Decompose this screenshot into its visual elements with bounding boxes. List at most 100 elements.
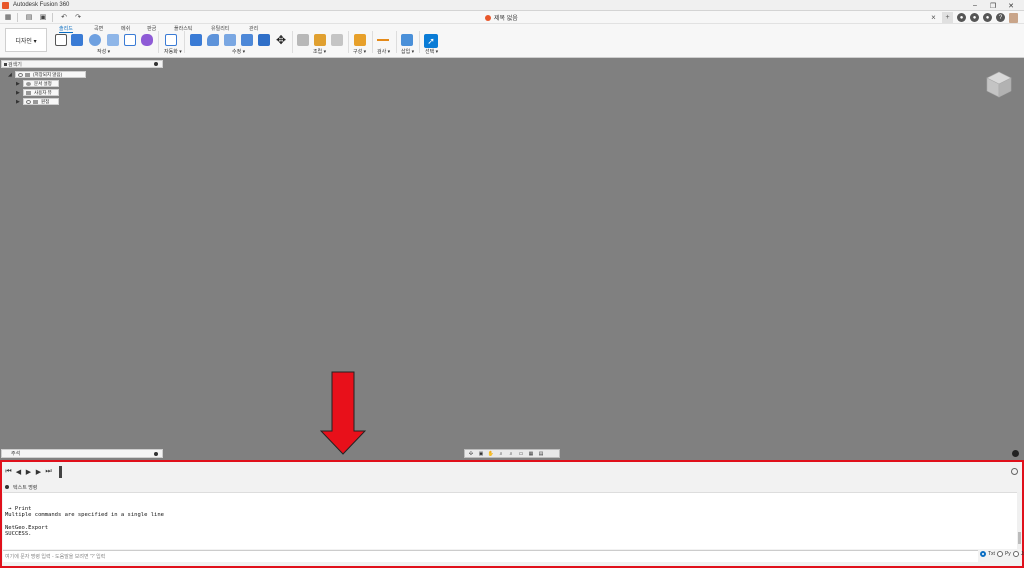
- timeline-marker[interactable]: [59, 466, 62, 478]
- form-icon[interactable]: [141, 34, 153, 46]
- scrollbar-thumb[interactable]: [1018, 532, 1021, 544]
- collapse-icon[interactable]: [4, 63, 7, 66]
- display-settings-icon[interactable]: ▭: [517, 451, 525, 457]
- create-sketch-icon[interactable]: [55, 34, 67, 46]
- text-commands-header: 텍스트 명령: [2, 483, 1022, 491]
- measure-icon[interactable]: [377, 34, 389, 46]
- select-cursor-icon[interactable]: ➚: [424, 34, 438, 48]
- new-tab-icon[interactable]: +: [942, 12, 953, 23]
- expand-arrow-icon[interactable]: ▶: [16, 90, 20, 96]
- automate-icon[interactable]: [165, 34, 177, 46]
- help-icon[interactable]: ?: [996, 13, 1005, 22]
- assemble-group-label[interactable]: 조립 ▾: [313, 48, 326, 55]
- separator: [419, 31, 420, 53]
- move-copy-icon[interactable]: ✥: [275, 34, 287, 46]
- mode-radio-txt[interactable]: [980, 551, 986, 557]
- press-pull-icon[interactable]: [190, 34, 202, 46]
- insert-group-label[interactable]: 삽입 ▾: [401, 48, 414, 55]
- close-tab-icon[interactable]: ×: [929, 13, 938, 22]
- insert-image-icon[interactable]: [401, 34, 413, 46]
- document-tab[interactable]: 제목 없음: [485, 12, 518, 23]
- pin-icon[interactable]: [154, 62, 158, 66]
- extrude-icon[interactable]: [71, 34, 83, 46]
- corner-settings-icon[interactable]: [1012, 450, 1019, 457]
- save-icon[interactable]: ▣: [37, 12, 49, 23]
- fillet-icon[interactable]: [207, 34, 219, 46]
- fit-icon[interactable]: ⌕: [507, 451, 515, 457]
- browser-root-node[interactable]: (저장되지 않음): [15, 71, 86, 78]
- undo-icon[interactable]: ↶: [58, 12, 70, 23]
- mode-label-txt: Txt: [988, 551, 995, 557]
- expand-arrow-icon[interactable]: ▶: [16, 81, 20, 87]
- command-input[interactable]: 여기에 문자 명령 입력 - 도움말을 보려면 '?' 입력: [3, 550, 978, 562]
- user-avatar[interactable]: [1009, 12, 1018, 23]
- step-back-icon[interactable]: ◀: [15, 468, 22, 476]
- expand-arrow-icon[interactable]: ▶: [16, 99, 20, 105]
- create-group-label[interactable]: 작성 ▾: [97, 48, 110, 55]
- select-group-label[interactable]: 선택 ▾: [425, 48, 438, 55]
- combine-icon[interactable]: [258, 34, 270, 46]
- minimize-button[interactable]: –: [966, 0, 984, 11]
- ribbon-toolbar: 디자인 ▾ 솔리드 곡면 메쉬 판금 플라스틱 유틸리티 관리 작성 ▾ 자동화…: [0, 24, 1024, 58]
- play-icon[interactable]: ▶: [25, 468, 32, 476]
- grid-settings-icon[interactable]: ▦: [527, 451, 535, 457]
- extensions-icon[interactable]: ●: [957, 13, 966, 22]
- mode-label-py: Py: [1004, 551, 1011, 557]
- comments-panel-header[interactable]: 주석: [1, 449, 163, 458]
- viewcube-icon[interactable]: [984, 68, 1014, 100]
- viewports-icon[interactable]: ▤: [537, 451, 545, 457]
- look-at-icon[interactable]: ▣: [477, 451, 485, 457]
- browser-item-origin[interactable]: 원점: [23, 98, 59, 105]
- step-forward-icon[interactable]: ▶: [35, 468, 42, 476]
- tab-solid[interactable]: 솔리드: [59, 25, 73, 33]
- job-status-icon[interactable]: ●: [970, 13, 979, 22]
- new-component-icon[interactable]: [297, 34, 309, 46]
- tab-manage[interactable]: 관리: [249, 25, 258, 32]
- separator: [292, 31, 293, 53]
- construct-group-label[interactable]: 구성 ▾: [353, 48, 366, 55]
- chamfer-icon[interactable]: [224, 34, 236, 46]
- expand-arrow-icon[interactable]: ◢: [8, 72, 12, 78]
- visibility-eye-icon[interactable]: [26, 99, 31, 104]
- browser-item-document-settings[interactable]: 문서 설정: [23, 80, 59, 87]
- hole-icon[interactable]: [107, 34, 119, 46]
- notifications-icon[interactable]: ●: [983, 13, 992, 22]
- document-tab-label: 제목 없음: [494, 16, 518, 22]
- browser-item-label: 문서 설정: [34, 80, 52, 86]
- as-built-joint-icon[interactable]: [331, 34, 343, 46]
- browser-panel-header[interactable]: 검색기: [1, 60, 163, 68]
- file-menu-icon[interactable]: ▤: [23, 12, 35, 23]
- go-to-end-icon[interactable]: ⏭: [45, 468, 52, 476]
- collapse-icon[interactable]: [5, 485, 9, 489]
- tab-surface[interactable]: 곡면: [94, 25, 103, 32]
- redo-icon[interactable]: ↷: [72, 12, 84, 23]
- tab-sheet-metal[interactable]: 판금: [147, 25, 156, 32]
- data-panel-grid-icon[interactable]: ▦: [2, 12, 14, 23]
- inspect-group-label[interactable]: 검사 ▾: [377, 48, 390, 55]
- workspace-switcher-button[interactable]: 디자인 ▾: [5, 28, 47, 52]
- app-title: Autodesk Fusion 360: [13, 2, 70, 8]
- browser-item-named-views[interactable]: 사용자 뷰: [23, 89, 59, 96]
- go-to-start-icon[interactable]: ⏮: [5, 468, 12, 476]
- mode-radio-py[interactable]: [996, 551, 1003, 557]
- close-window-button[interactable]: ✕: [1002, 0, 1020, 11]
- offset-plane-icon[interactable]: [354, 34, 366, 46]
- zoom-icon[interactable]: ⌕: [497, 451, 505, 457]
- automate-group-label[interactable]: 자동화 ▾: [164, 48, 182, 55]
- add-comment-icon[interactable]: [154, 452, 158, 456]
- tab-utilities[interactable]: 유틸리티: [211, 25, 229, 32]
- console-scrollbar[interactable]: [1017, 492, 1022, 549]
- modify-group-label[interactable]: 수정 ▾: [232, 48, 245, 55]
- timeline-settings-icon[interactable]: [1011, 468, 1018, 475]
- script-mode-selector: Txt Py Js: [980, 551, 1024, 557]
- tab-mesh[interactable]: 메쉬: [121, 25, 130, 32]
- joint-icon[interactable]: [314, 34, 326, 46]
- restore-button[interactable]: ❐: [984, 0, 1002, 11]
- mode-radio-js[interactable]: [1012, 551, 1019, 557]
- pattern-icon[interactable]: [124, 34, 136, 46]
- visibility-eye-icon[interactable]: [18, 72, 23, 77]
- pan-hand-icon[interactable]: ✋: [487, 451, 495, 457]
- shell-icon[interactable]: [241, 34, 253, 46]
- revolve-icon[interactable]: [89, 34, 101, 46]
- orbit-icon[interactable]: ✣: [467, 451, 475, 457]
